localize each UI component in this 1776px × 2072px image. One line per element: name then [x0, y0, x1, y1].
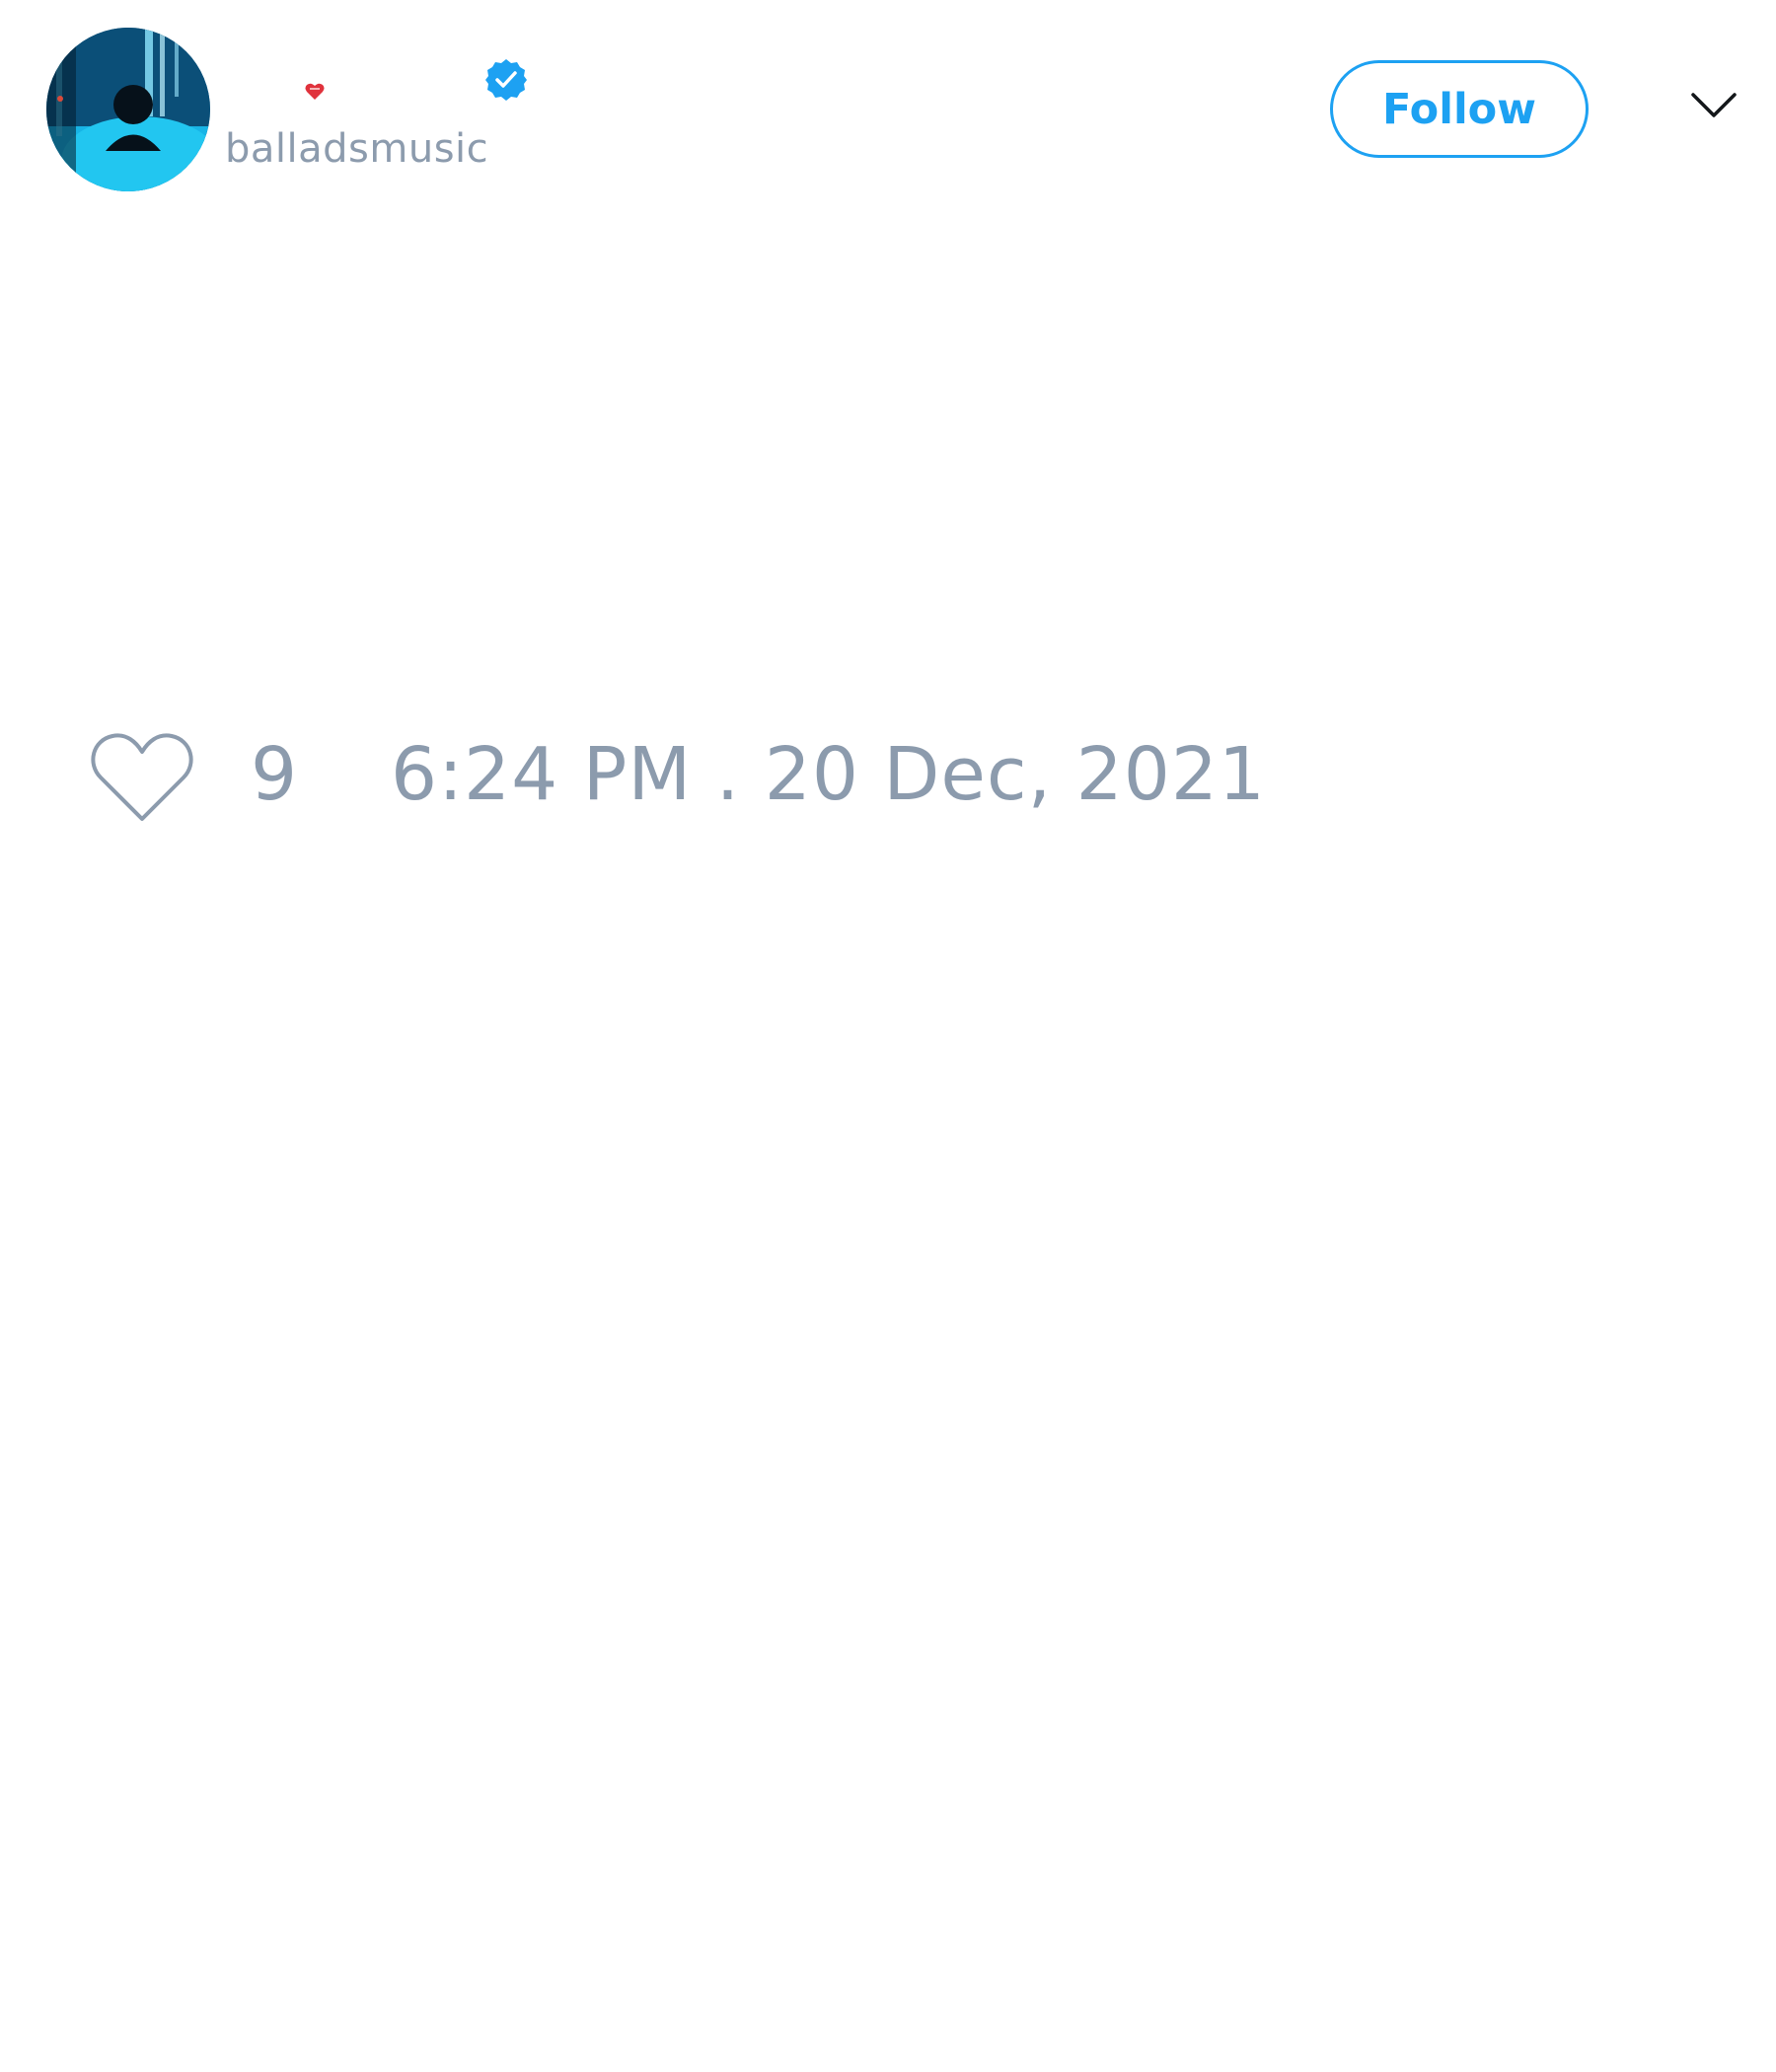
follow-button[interactable]: Follow [1330, 60, 1589, 158]
red-heart-icon [305, 83, 325, 100]
display-name-row[interactable] [225, 51, 560, 111]
avatar[interactable] [46, 28, 210, 191]
like-count: 9 [251, 732, 298, 817]
verified-badge-icon [485, 59, 527, 101]
chevron-down-icon[interactable] [1689, 89, 1739, 122]
heart-outline-icon[interactable] [89, 730, 195, 825]
tweet-timestamp[interactable]: 6:24 PM . 20 Dec, 2021 [391, 732, 1266, 817]
author-handle[interactable]: balladsmusic [225, 126, 488, 172]
